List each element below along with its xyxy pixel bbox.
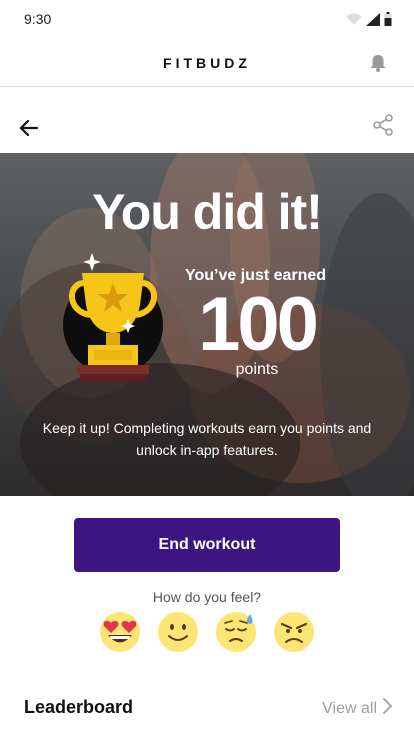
- wifi-icon: [346, 13, 362, 31]
- heart-eyes-emoji-icon[interactable]: [98, 610, 142, 654]
- trophy-icon: [60, 253, 170, 387]
- nav-row: [0, 87, 414, 153]
- tired-sweat-emoji-icon[interactable]: [214, 610, 258, 654]
- share-icon[interactable]: [372, 114, 394, 136]
- chevron-right-icon: [383, 698, 392, 719]
- celebration-banner: You did it! You’ve just earned 100 point…: [0, 153, 414, 496]
- brand-logo: FITBUDZ: [163, 55, 251, 71]
- back-arrow-icon[interactable]: [18, 118, 40, 138]
- notification-bell-icon[interactable]: [368, 53, 388, 73]
- mood-selector: [98, 610, 316, 654]
- smile-emoji-icon[interactable]: [156, 610, 200, 654]
- points-value: 100: [198, 282, 319, 367]
- encouragement-message: Keep it up! Completing workouts earn you…: [42, 420, 372, 458]
- points-unit-label: points: [235, 361, 279, 378]
- status-bar: 9:30: [0, 0, 414, 38]
- angry-emoji-icon[interactable]: [272, 610, 316, 654]
- success-title: You did it!: [92, 184, 323, 240]
- view-all-link[interactable]: View all: [322, 698, 392, 719]
- app-header: FITBUDZ: [0, 38, 414, 87]
- status-icons: [346, 12, 392, 31]
- feeling-question: How do you feel?: [152, 589, 262, 605]
- battery-icon: [384, 12, 392, 31]
- status-time: 9:30: [24, 11, 52, 27]
- signal-icon: [366, 12, 380, 31]
- view-all-label: View all: [322, 699, 377, 717]
- leaderboard-title: Leaderboard: [24, 697, 134, 717]
- end-workout-button[interactable]: End workout: [74, 518, 340, 572]
